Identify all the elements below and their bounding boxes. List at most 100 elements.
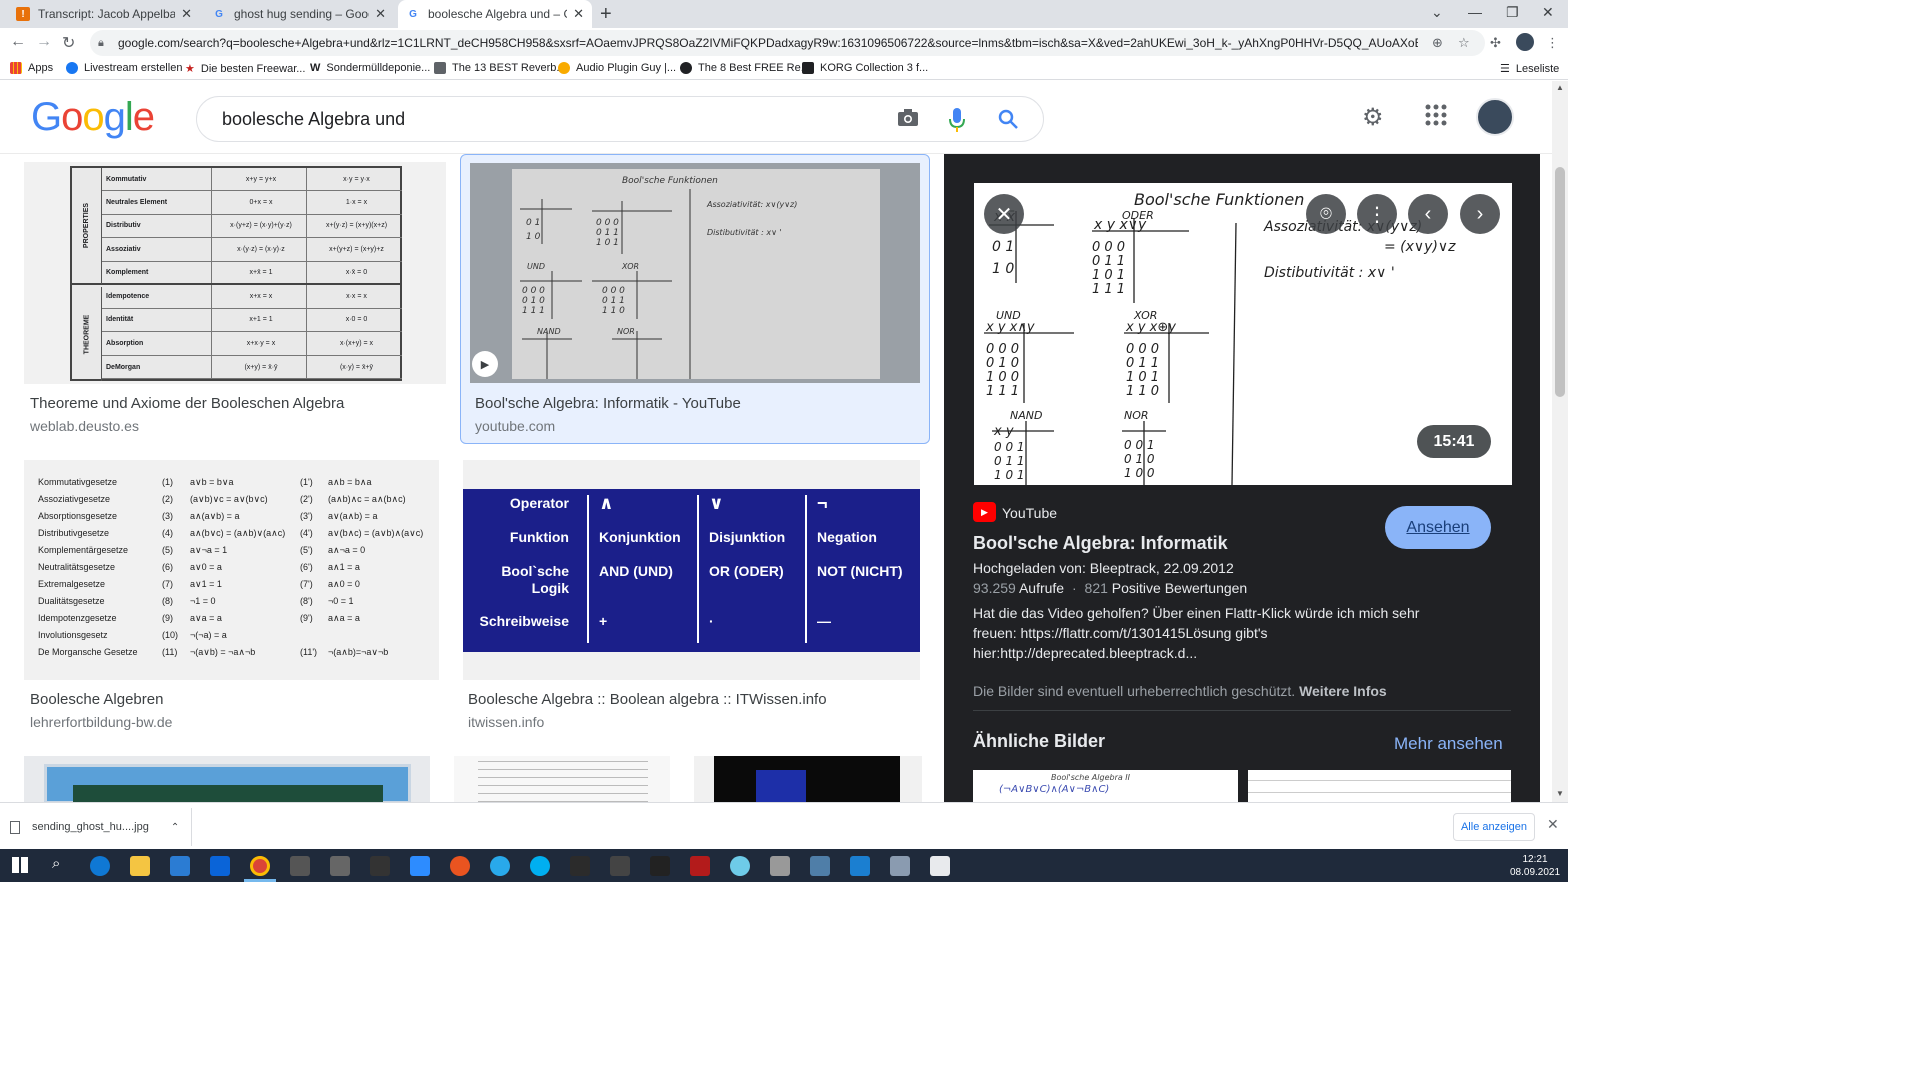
search-input[interactable] xyxy=(222,108,862,130)
google-logo[interactable]: Google xyxy=(31,95,155,140)
bookmark-star-icon[interactable]: ☆ xyxy=(1458,35,1470,51)
close-icon[interactable]: ✕ xyxy=(181,6,192,22)
panel-channel[interactable]: YouTube xyxy=(1002,505,1057,521)
svg-text:1 0 1: 1 0 1 xyxy=(1126,370,1159,385)
result-source[interactable]: weblab.deusto.es xyxy=(30,418,139,434)
similar-thumb-1[interactable]: Bool'sche Algebra II (¬A∨B∨C)∧(A∨¬B∧C) xyxy=(973,770,1238,802)
close-icon[interactable]: ✕ xyxy=(573,6,584,22)
maximize-icon[interactable]: ❐ xyxy=(1506,4,1519,21)
scrollbar-thumb[interactable] xyxy=(1555,167,1565,397)
result-thumbnail-youtube[interactable]: Bool'sche Funktionen Assoziativität: x∨(… xyxy=(470,163,920,383)
result-source[interactable]: itwissen.info xyxy=(468,714,544,730)
close-icon[interactable]: ✕ xyxy=(1547,816,1559,833)
result-thumbnail-operators[interactable]: Operator ∧ ∨ ¬ Funktion Konjunktion Disjunktio… xyxy=(463,460,920,680)
windows-start-icon[interactable] xyxy=(12,857,28,873)
tab-boolesche-algebra[interactable]: G boolesche Algebra und – Google ✕ xyxy=(398,0,592,28)
watch-button[interactable]: Ansehen xyxy=(1385,506,1491,549)
show-all-button[interactable]: Alle anzeigen xyxy=(1453,813,1535,841)
chrome-icon[interactable] xyxy=(250,856,270,876)
bookmark-apps[interactable]: Apps xyxy=(10,62,53,74)
profile-avatar[interactable] xyxy=(1516,33,1534,51)
skype-icon[interactable] xyxy=(530,856,550,876)
bookmark-free-re[interactable]: The 8 Best FREE Re... xyxy=(680,62,810,74)
bookmark-reverb[interactable]: The 13 BEST Reverb... xyxy=(434,62,566,74)
mail-icon[interactable] xyxy=(210,856,230,876)
microphone-icon[interactable] xyxy=(949,108,965,138)
scroll-up-icon[interactable]: ▲ xyxy=(1556,83,1564,92)
unity-icon[interactable] xyxy=(330,856,350,876)
app-icon[interactable] xyxy=(570,856,590,876)
more-info-link[interactable]: Weitere Infos xyxy=(1299,683,1387,699)
bookmark-freeware[interactable]: ★ Die besten Freewar... xyxy=(185,62,305,76)
app-icon[interactable] xyxy=(930,856,950,876)
download-item[interactable]: sending_ghost_hu....jpg ⌃ xyxy=(10,808,192,846)
file-explorer-icon[interactable] xyxy=(130,856,150,876)
panel-title[interactable]: Bool'sche Algebra: Informatik xyxy=(973,533,1228,554)
virtualbox-icon[interactable] xyxy=(810,856,830,876)
ableton-live-icon[interactable] xyxy=(370,856,390,876)
app-icon[interactable] xyxy=(290,856,310,876)
result-thumbnail-gesetze[interactable]: Kommutativgesetze (1) a∨b = b∨a (1') a∧b = b… xyxy=(24,460,439,680)
bookmark-livestream[interactable]: Livestream erstellen xyxy=(66,62,182,74)
account-avatar[interactable] xyxy=(1476,98,1514,136)
forward-icon[interactable]: → xyxy=(36,33,52,51)
camera-icon[interactable] xyxy=(897,108,919,134)
apps-grid-icon[interactable] xyxy=(1424,103,1448,134)
zoom-icon[interactable]: ⊕ xyxy=(1432,35,1443,51)
result-thumbnail-row3-2[interactable] xyxy=(454,756,670,802)
new-tab-icon[interactable]: + xyxy=(600,3,612,26)
search-icon[interactable] xyxy=(997,108,1019,136)
reading-list[interactable]: ☰ Leseliste xyxy=(1500,62,1559,76)
minimize-icon[interactable]: — xyxy=(1468,4,1482,20)
voicemeeter-icon[interactable] xyxy=(690,856,710,876)
reload-icon[interactable]: ↻ xyxy=(62,33,75,53)
app-icon[interactable] xyxy=(890,856,910,876)
lens-icon[interactable]: ⌾ xyxy=(1306,194,1346,234)
app-icon[interactable] xyxy=(730,856,750,876)
zoom-icon[interactable] xyxy=(410,856,430,876)
tab-ghost-hug[interactable]: G ghost hug sending – Google Suc ✕ xyxy=(204,0,394,28)
page-scrollbar[interactable]: ▲ ▼ xyxy=(1552,81,1568,802)
app-icon[interactable] xyxy=(770,856,790,876)
bookmark-sondermuell[interactable]: W Sondermülldeponie... xyxy=(310,62,430,74)
close-icon[interactable]: ✕ xyxy=(984,194,1024,234)
chevron-left-icon[interactable]: ‹ xyxy=(1408,194,1448,234)
result-title[interactable]: Theoreme und Axiome der Booleschen Algeb… xyxy=(30,395,344,412)
window-close-icon[interactable]: ✕ xyxy=(1542,4,1554,21)
telegram-icon[interactable] xyxy=(490,856,510,876)
result-title[interactable]: Bool'sche Algebra: Informatik - YouTube xyxy=(475,395,741,412)
result-thumbnail-axioms[interactable]: PROPERTIES THEOREME Kommutativ x+y = y+x x… xyxy=(24,162,446,384)
store-icon[interactable] xyxy=(170,856,190,876)
close-icon[interactable]: ✕ xyxy=(375,6,386,22)
system-clock[interactable]: 12:21 08.09.2021 xyxy=(1510,853,1560,879)
tab-transcript[interactable]: ! Transcript: Jacob Appelbaum at 3 ✕ xyxy=(8,0,200,28)
scroll-down-icon[interactable]: ▼ xyxy=(1556,789,1564,798)
see-more-link[interactable]: Mehr ansehen xyxy=(1394,734,1503,754)
similar-thumb-2[interactable] xyxy=(1248,770,1511,802)
result-title[interactable]: Boolesche Algebra :: Boolean algebra :: … xyxy=(468,691,827,708)
chevron-right-icon[interactable]: › xyxy=(1460,194,1500,234)
address-bar[interactable]: 🔒︎ google.com/search?q=boolesche+Algebra… xyxy=(90,30,1485,56)
result-title[interactable]: Boolesche Algebren xyxy=(30,691,163,708)
more-vert-icon[interactable]: ⋮ xyxy=(1357,194,1397,234)
app-icon[interactable] xyxy=(850,856,870,876)
menu-kebab-icon[interactable]: ⋮ xyxy=(1546,35,1559,51)
tab-search-icon[interactable]: ⌄ xyxy=(1431,4,1443,21)
w-icon: W xyxy=(310,62,321,74)
result-source[interactable]: youtube.com xyxy=(475,418,555,434)
search-icon[interactable]: ⌕ xyxy=(52,855,60,872)
result-thumbnail-row3-3[interactable] xyxy=(694,756,922,802)
edge-icon[interactable] xyxy=(90,856,110,876)
extensions-icon[interactable]: ✣ xyxy=(1490,35,1501,51)
bookmark-korg[interactable]: KORG Collection 3 f... xyxy=(802,62,928,74)
kali-icon[interactable] xyxy=(610,856,630,876)
app-icon[interactable] xyxy=(650,856,670,876)
back-icon[interactable]: ← xyxy=(10,33,26,51)
result-thumbnail-row3-1[interactable] xyxy=(24,756,430,802)
chevron-up-icon[interactable]: ⌃ xyxy=(171,822,179,833)
result-source[interactable]: lehrerfortbildung-bw.de xyxy=(30,714,172,730)
settings-gear-icon[interactable]: ⚙ xyxy=(1362,103,1384,132)
bookmark-audio-plugin[interactable]: Audio Plugin Guy |... xyxy=(558,62,676,74)
ubuntu-icon[interactable] xyxy=(450,856,470,876)
play-icon[interactable]: ▶ xyxy=(472,351,498,377)
